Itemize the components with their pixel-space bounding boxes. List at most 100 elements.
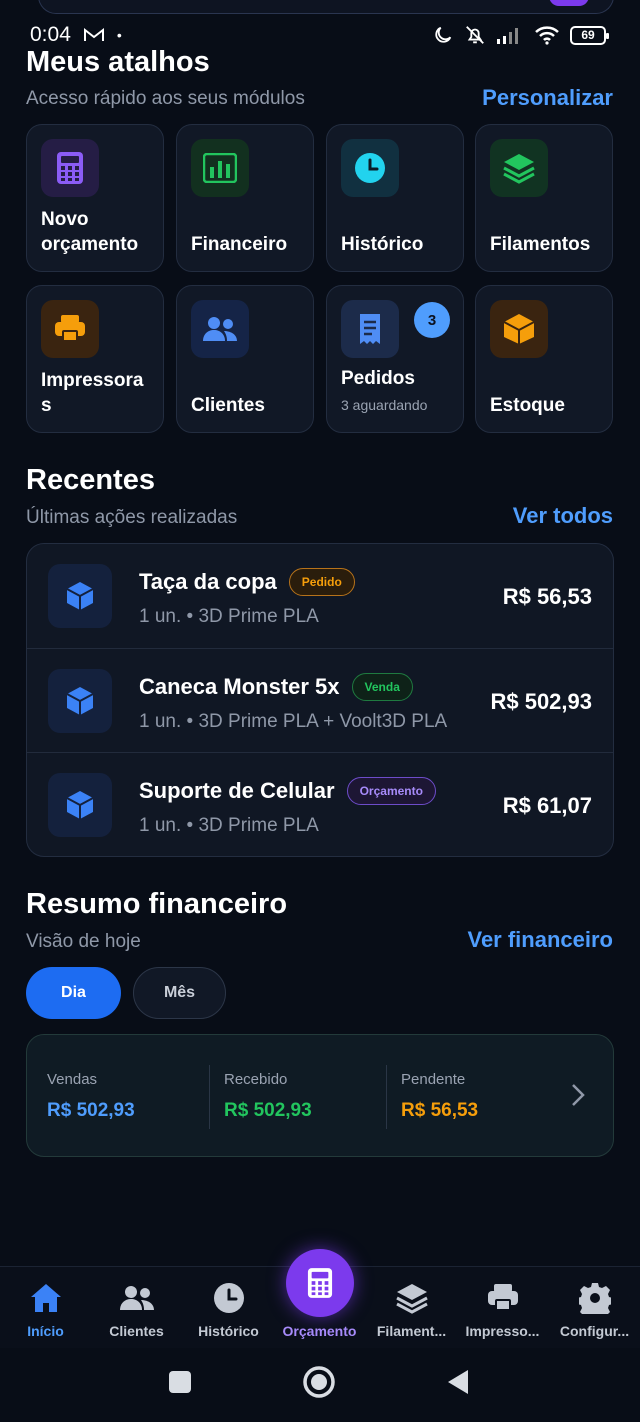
tile-stock[interactable]: Estoque xyxy=(475,285,613,433)
list-item[interactable]: Suporte de Celular Orçamento 1 un. • 3D P… xyxy=(27,753,613,856)
list-item[interactable]: Taça da copa Pedido 1 un. • 3D Prime PLA … xyxy=(27,544,613,649)
tile-new-quote[interactable]: Novo orçamento xyxy=(26,124,164,272)
recents-title: Recentes xyxy=(26,464,155,496)
stat-value: R$ 502,93 xyxy=(47,1100,135,1121)
tile-sublabel: 3 aguardando xyxy=(341,397,428,413)
item-meta: 1 un. • 3D Prime PLA xyxy=(139,815,319,836)
tile-label: Financeiro xyxy=(191,234,288,255)
tile-clients[interactable]: Clientes xyxy=(176,285,314,433)
orders-count-badge: 3 xyxy=(414,302,450,338)
bar-chart-icon xyxy=(191,139,249,197)
tile-label: Novo orçamento xyxy=(41,209,139,255)
item-meta: 1 un. • 3D Prime PLA xyxy=(139,606,319,627)
home-button-icon[interactable] xyxy=(302,1365,336,1399)
layers-icon xyxy=(395,1281,429,1315)
toggle-day[interactable]: Dia xyxy=(26,967,121,1019)
status-badge: Orçamento xyxy=(346,777,436,805)
list-item[interactable]: Caneca Monster 5x Venda 1 un. • 3D Prime … xyxy=(27,649,613,753)
stat-value: R$ 502,93 xyxy=(224,1100,312,1121)
tile-label: Filamentos xyxy=(490,234,591,255)
stat-sales: Vendas R$ 502,93 xyxy=(27,1035,209,1158)
nav-label: Configur... xyxy=(559,1323,630,1339)
item-name: Caneca Monster 5x xyxy=(139,673,340,699)
gmail-icon xyxy=(83,27,104,41)
toggle-month[interactable]: Mês xyxy=(133,967,226,1019)
nav-label: Clientes xyxy=(109,1323,164,1339)
item-price: R$ 61,07 xyxy=(502,793,592,818)
item-price: R$ 502,93 xyxy=(490,688,592,714)
receipt-icon xyxy=(341,300,399,358)
battery-icon: 69 xyxy=(570,25,609,45)
dot-icon: • xyxy=(116,27,122,43)
chevron-right-icon[interactable] xyxy=(571,1083,585,1107)
wifi-icon xyxy=(535,26,559,45)
finance-title: Resumo financeiro xyxy=(26,888,288,920)
tile-orders[interactable]: 3 Pedidos 3 aguardando xyxy=(326,285,464,433)
nav-label: Impresso... xyxy=(465,1323,540,1339)
tile-finance[interactable]: Financeiro xyxy=(176,124,314,272)
status-time: 0:04 xyxy=(30,23,71,46)
nav-history[interactable]: Histórico xyxy=(183,1267,274,1349)
recents-subtitle: Últimas ações realizadas xyxy=(26,507,238,528)
users-icon xyxy=(119,1281,155,1315)
cube-icon xyxy=(48,668,112,733)
home-icon xyxy=(29,1281,63,1315)
nav-settings[interactable]: Configur... xyxy=(549,1267,640,1349)
item-meta: 1 un. • 3D Prime PLA + Voolt3D PLA xyxy=(139,710,448,732)
item-price: R$ 56,53 xyxy=(502,584,592,609)
top-card-accent xyxy=(549,0,589,6)
tile-label: Pedidos 3 aguardando xyxy=(341,366,455,418)
nav-label: Filament... xyxy=(376,1323,447,1339)
new-quote-fab[interactable] xyxy=(286,1249,354,1317)
customize-link[interactable]: Personalizar xyxy=(482,85,613,111)
back-icon[interactable] xyxy=(446,1368,470,1396)
tile-label-text: Pedidos xyxy=(341,368,415,389)
stat-value: R$ 56,53 xyxy=(401,1100,479,1121)
layers-icon xyxy=(490,139,548,197)
see-finance-link[interactable]: Ver financeiro xyxy=(467,927,613,953)
cube-icon xyxy=(48,564,112,628)
nav-clients[interactable]: Clientes xyxy=(91,1267,182,1349)
tile-printers[interactable]: Impressoras xyxy=(26,285,164,433)
tile-filaments[interactable]: Filamentos xyxy=(475,124,613,272)
status-badge: Venda xyxy=(351,672,413,701)
tile-label: Clientes xyxy=(191,395,265,416)
recents-list: Taça da copa Pedido 1 un. • 3D Prime PLA … xyxy=(26,543,614,857)
nav-label: Histórico xyxy=(198,1323,259,1339)
tile-history[interactable]: Histórico xyxy=(326,124,464,272)
clock-icon xyxy=(213,1281,245,1315)
top-card-edge xyxy=(38,0,614,14)
calculator-icon xyxy=(307,1268,333,1298)
status-badge: Pedido xyxy=(288,568,355,596)
nav-filaments[interactable]: Filament... xyxy=(366,1267,457,1349)
see-all-link[interactable]: Ver todos xyxy=(513,503,613,529)
users-icon xyxy=(191,300,249,358)
moon-icon xyxy=(435,26,452,43)
stat-label: Vendas xyxy=(47,1071,98,1088)
printer-icon xyxy=(487,1281,519,1315)
tile-label: Impressoras xyxy=(41,370,144,416)
box-icon xyxy=(490,300,548,358)
stat-received: Recebido R$ 502,93 xyxy=(204,1035,386,1158)
calculator-icon xyxy=(41,139,99,197)
finance-subtitle: Visão de hoje xyxy=(26,931,141,952)
nav-printers[interactable]: Impresso... xyxy=(457,1267,548,1349)
tile-label: Histórico xyxy=(341,234,424,255)
nav-home[interactable]: Início xyxy=(0,1267,91,1349)
shortcuts-subtitle: Acesso rápido aos seus módulos xyxy=(26,88,305,109)
stat-pending: Pendente R$ 56,53 xyxy=(381,1035,563,1158)
system-nav-bar xyxy=(0,1348,640,1422)
signal-icon xyxy=(497,28,518,44)
nav-label: Orçamento xyxy=(282,1323,357,1339)
finance-summary-card[interactable]: Vendas R$ 502,93 Recebido R$ 502,93 Pend… xyxy=(26,1034,614,1157)
nav-label: Início xyxy=(27,1323,64,1339)
shortcuts-title: Meus atalhos xyxy=(26,46,210,78)
tile-label: Estoque xyxy=(490,395,565,416)
bell-off-icon xyxy=(466,26,484,44)
recent-apps-icon[interactable] xyxy=(168,1370,192,1394)
clock-icon xyxy=(341,139,399,197)
gear-icon xyxy=(578,1281,611,1315)
item-name: Suporte de Celular xyxy=(139,778,335,803)
printer-icon xyxy=(41,300,99,358)
stat-label: Pendente xyxy=(401,1071,466,1088)
